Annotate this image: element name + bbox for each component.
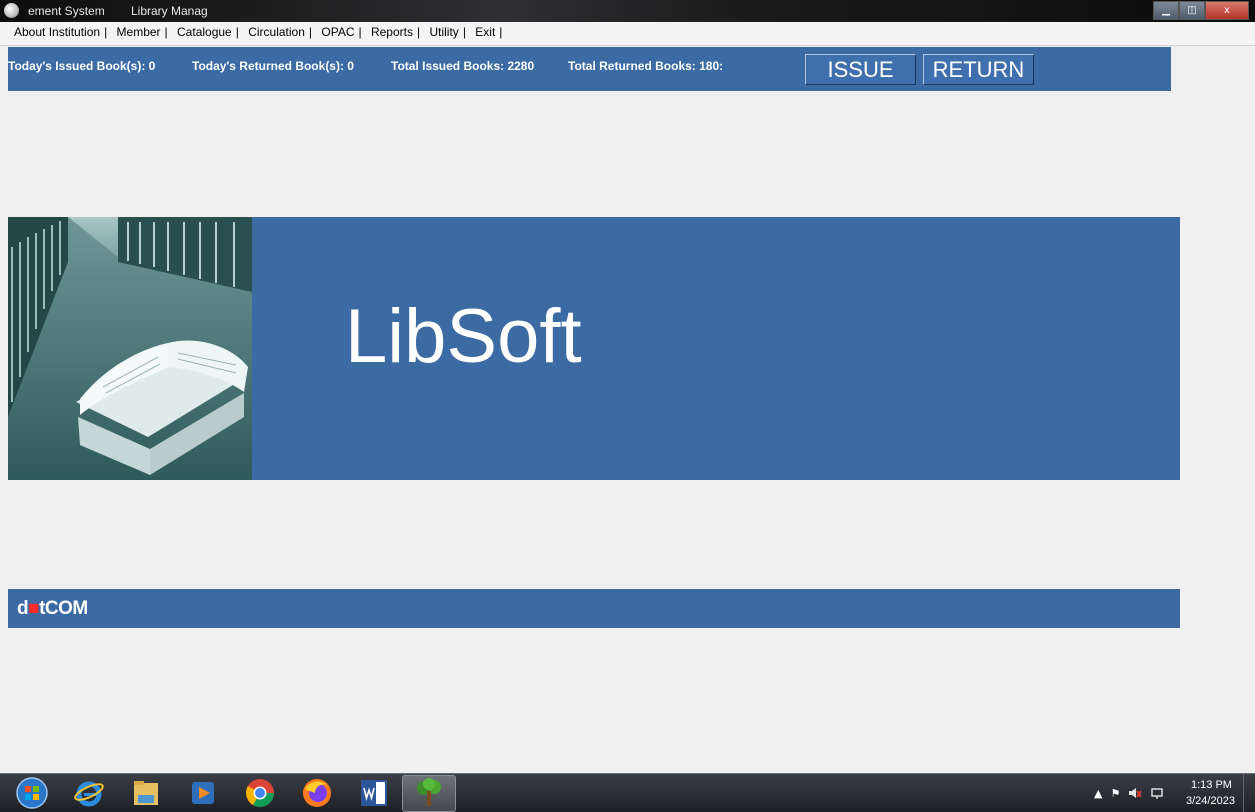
- window-controls: ▁ ◫ x: [1153, 1, 1249, 20]
- network-icon[interactable]: [1150, 786, 1164, 800]
- libsoft-tree-icon[interactable]: [413, 777, 445, 809]
- app-icon[interactable]: [4, 3, 19, 18]
- menu-item-about-institution[interactable]: About Institution: [14, 25, 100, 39]
- start-orb-icon[interactable]: [16, 777, 48, 809]
- clock-date[interactable]: 3/24/2023: [1186, 795, 1235, 807]
- menu-bar: About Institution | Member | Catalogue | Ci…: [0, 22, 1255, 46]
- todays-issued-count: Today's Issued Book(s): 0: [8, 59, 156, 73]
- menu-item-member[interactable]: Member: [117, 25, 161, 39]
- window-title-part1: ement System: [28, 4, 105, 18]
- app-brand-title: LibSoft: [345, 294, 582, 379]
- chrome-icon[interactable]: [244, 777, 276, 809]
- menu-item-circulation[interactable]: Circulation: [248, 25, 305, 39]
- logo-red-dot: ■: [28, 598, 40, 619]
- vendor-footer-bar: d■tCOM: [8, 589, 1180, 628]
- menu-separator: |: [104, 25, 108, 39]
- menu-item-exit[interactable]: Exit: [475, 25, 495, 39]
- total-issued-count: Total Issued Books: 2280: [391, 59, 535, 73]
- clock-time[interactable]: 1:13 PM: [1191, 779, 1232, 791]
- logo-text-tcom: tCOM: [39, 598, 88, 619]
- window-title-bar[interactable]: ement System Library Manag ▁ ◫ x: [0, 0, 1255, 22]
- show-hidden-icons-arrow-icon[interactable]: ▲: [1094, 787, 1102, 800]
- menu-separator: |: [462, 25, 466, 39]
- total-returned-count: Total Returned Books: 180:: [568, 59, 724, 73]
- close-button[interactable]: x: [1205, 1, 1249, 20]
- menu-item-utility[interactable]: Utility: [429, 25, 458, 39]
- libsoft-banner: LibSoft: [8, 217, 1180, 480]
- todays-returned-count: Today's Returned Book(s): 0: [192, 59, 354, 73]
- word-icon[interactable]: [358, 777, 390, 809]
- menu-separator: |: [417, 25, 421, 39]
- media-player-icon[interactable]: [187, 777, 219, 809]
- menu-item-opac[interactable]: OPAC: [321, 25, 354, 39]
- internet-explorer-icon[interactable]: [73, 777, 105, 809]
- logo-letter-d: d: [17, 598, 29, 619]
- menu-separator: |: [164, 25, 168, 39]
- maximize-button[interactable]: ◫: [1179, 1, 1205, 20]
- system-tray: ▲ ⚑: [1094, 784, 1164, 802]
- menu-separator: |: [235, 25, 239, 39]
- file-explorer-icon[interactable]: [130, 777, 162, 809]
- minimize-button[interactable]: ▁: [1153, 1, 1179, 20]
- firefox-icon[interactable]: [301, 777, 333, 809]
- menu-separator: |: [499, 25, 503, 39]
- library-illustration: [8, 217, 252, 480]
- menu-separator: |: [308, 25, 313, 39]
- issue-button[interactable]: ISSUE: [805, 54, 916, 85]
- action-center-flag-icon[interactable]: ⚑: [1110, 787, 1120, 800]
- circulation-stats-bar: Today's Issued Book(s): 0 Today's Return…: [8, 47, 1171, 91]
- volume-muted-icon[interactable]: [1128, 786, 1143, 800]
- show-desktop-button[interactable]: [1243, 774, 1255, 812]
- menu-separator: |: [358, 25, 362, 39]
- menu-item-catalogue[interactable]: Catalogue: [177, 25, 232, 39]
- dotcom-logo: d■tCOM: [17, 598, 88, 620]
- library-open-book-image: [8, 217, 252, 480]
- window-title-part2: Library Manag: [131, 4, 208, 18]
- menu-item-reports[interactable]: Reports: [371, 25, 413, 39]
- return-button[interactable]: RETURN: [923, 54, 1034, 85]
- windows-taskbar: ▲ ⚑ 1:13 PM 3/24/2023: [0, 773, 1255, 812]
